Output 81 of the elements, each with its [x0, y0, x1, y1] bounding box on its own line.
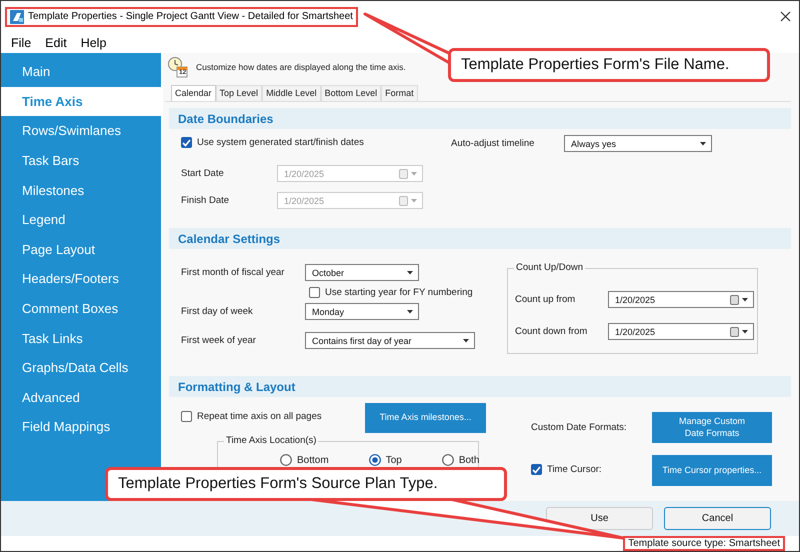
- checkbox[interactable]: [181, 137, 192, 148]
- calendar-icon: [730, 326, 739, 336]
- checkbox-label: Time Cursor:: [547, 464, 602, 476]
- caret-icon: [463, 338, 469, 342]
- check-icon: [182, 138, 191, 147]
- window-title: Template Properties - Single Project Gantt View - Detailed for Smartsheet: [28, 11, 353, 22]
- use-button[interactable]: Use: [546, 507, 653, 530]
- caret-icon: [407, 310, 413, 314]
- tab[interactable]: Bottom Level: [320, 85, 382, 101]
- group-title: Time Axis Location(s): [224, 435, 318, 446]
- caret-icon: [411, 172, 417, 176]
- sidebar-item[interactable]: Advanced: [1, 382, 161, 412]
- section-header: Formatting & Layout: [169, 376, 791, 397]
- field-label: Finish Date: [181, 195, 230, 206]
- field-label: First month of fiscal year: [181, 267, 286, 278]
- date-field[interactable]: 1/20/2025: [608, 291, 754, 308]
- sidebar-item[interactable]: Page Layout: [1, 234, 161, 264]
- menu-item[interactable]: Edit: [45, 36, 67, 50]
- checkbox-label: Use system generated start/finish dates: [197, 137, 364, 148]
- checkbox[interactable]: [531, 464, 542, 476]
- radio-label: Bottom: [297, 454, 329, 466]
- field-label: Count down from: [515, 326, 588, 337]
- checkbox-label: Use starting year for FY numbering: [325, 287, 473, 298]
- field-label: Start Date: [181, 168, 225, 179]
- menu-item[interactable]: Help: [80, 36, 106, 50]
- callout-note: Template Properties Form's Source Plan Type.: [105, 467, 507, 501]
- menu-item[interactable]: File: [11, 36, 32, 50]
- dropdown-field[interactable]: October: [305, 264, 419, 281]
- dropdown-field[interactable]: Always yes: [564, 135, 712, 152]
- checkbox[interactable]: [181, 411, 192, 422]
- time-cursor-button[interactable]: Time Cursor properties...: [652, 455, 772, 486]
- radio-label: Both: [458, 454, 480, 466]
- tab[interactable]: Top Level: [216, 85, 262, 101]
- clock-calendar-icon: [167, 56, 188, 78]
- tab[interactable]: Calendar: [171, 85, 216, 101]
- tab[interactable]: Middle Level: [262, 85, 321, 101]
- caret-icon: [742, 330, 748, 334]
- field-label: First week of year: [181, 335, 257, 346]
- field-label: Custom Date Formats:: [531, 422, 628, 433]
- section-header: Calendar Settings: [169, 228, 791, 249]
- dropdown-field[interactable]: Contains first day of year: [305, 332, 475, 349]
- dropdown-field[interactable]: Monday: [305, 303, 419, 320]
- sidebar-item[interactable]: Graphs/Data Cells: [1, 352, 161, 383]
- milestones-button[interactable]: Time Axis milestones...: [365, 403, 486, 433]
- source-type-text: Template source type: Smartsheet: [623, 536, 785, 551]
- radio-button[interactable]: [280, 454, 292, 466]
- sidebar-item[interactable]: Legend: [1, 204, 161, 235]
- sidebar-item[interactable]: Time Axis: [1, 86, 161, 116]
- calendar-icon: [730, 294, 739, 304]
- check-icon: [532, 466, 541, 474]
- cancel-button[interactable]: Cancel: [664, 507, 771, 530]
- tab[interactable]: Format: [381, 85, 418, 101]
- sidebar-item[interactable]: Milestones: [1, 175, 161, 205]
- description-text: Customize how dates are displayed along the time axis.: [196, 62, 406, 72]
- sidebar-item[interactable]: Rows/Swimlanes: [1, 116, 161, 146]
- checkbox-label: Repeat time axis on all pages: [197, 411, 322, 422]
- sidebar-item[interactable]: Comment Boxes: [1, 294, 161, 324]
- sidebar-item[interactable]: Task Bars: [1, 146, 161, 176]
- app-logo-icon: [10, 10, 24, 24]
- sidebar-item[interactable]: Main: [1, 57, 161, 87]
- field-label: Auto-adjust timeline: [451, 138, 536, 149]
- sidebar-item[interactable]: Headers/Footers: [1, 264, 161, 294]
- field-label: Count up from: [515, 294, 576, 305]
- caret-icon: [700, 142, 706, 146]
- sidebar-item[interactable]: Field Mappings: [1, 412, 161, 442]
- calendar-icon: [399, 196, 408, 206]
- checkbox[interactable]: [309, 287, 320, 298]
- section-header: Date Boundaries: [169, 108, 791, 129]
- radio-label: Top: [386, 454, 402, 466]
- group-title: Count Up/Down: [514, 262, 586, 273]
- radio-button[interactable]: [368, 454, 381, 466]
- calendar-icon: [399, 168, 408, 178]
- caret-icon: [411, 198, 417, 202]
- caret-icon: [407, 270, 413, 274]
- sidebar-item[interactable]: Task Links: [1, 323, 161, 353]
- field-label: First day of week: [181, 306, 254, 317]
- manage-formats-button[interactable]: Manage Custom Date Formats: [652, 412, 772, 443]
- radio-button[interactable]: [442, 454, 454, 466]
- date-field[interactable]: 1/20/2025: [608, 323, 754, 340]
- close-icon[interactable]: [780, 11, 791, 22]
- caret-icon: [742, 298, 748, 302]
